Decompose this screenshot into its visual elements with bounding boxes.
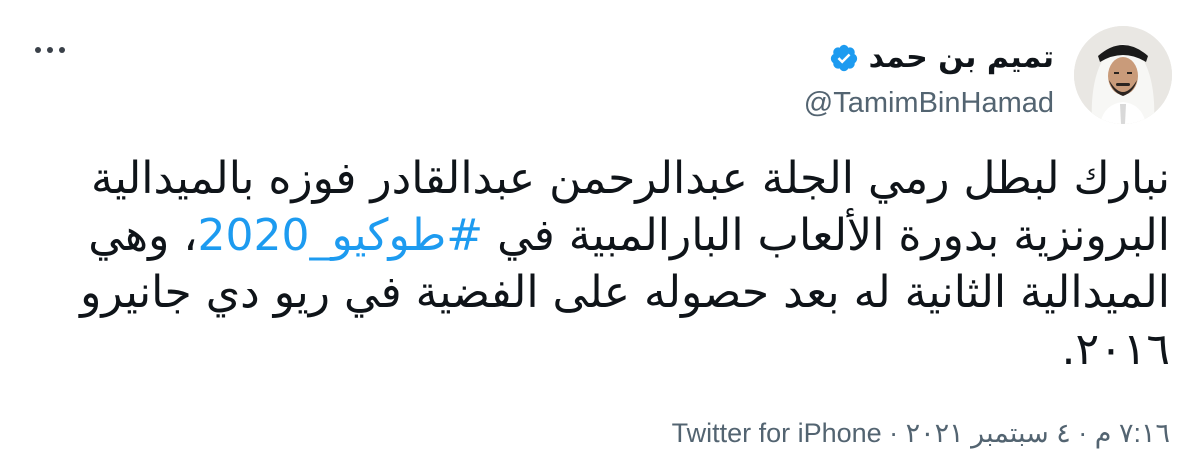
profile-photo-icon [1074, 26, 1172, 124]
author-names: تميم بن حمد @TamimBinHamad [804, 34, 1054, 120]
tweet-header: تميم بن حمد @TamimBinHamad [28, 26, 1172, 136]
hashtag-link[interactable]: #طوكيو_2020 [198, 210, 484, 261]
tweet-text: نبارك لبطل رمي الجلة عبدالرحمن عبدالقادر… [50, 150, 1170, 378]
author-handle[interactable]: @TamimBinHamad [804, 86, 1054, 120]
ellipsis-icon [59, 47, 65, 53]
tweet-meta[interactable]: ٧:١٦ م · ٤ سبتمبر ٢٠٢١ · Twitter for iPh… [672, 418, 1170, 449]
ellipsis-dot [35, 47, 41, 53]
more-options-button[interactable] [28, 30, 72, 70]
author-avatar[interactable] [1074, 26, 1172, 124]
tweet-card: تميم بن حمد @TamimBinHamad نبارك لبطل رم… [0, 0, 1200, 468]
ellipsis-dot [47, 47, 53, 53]
author-display-name[interactable]: تميم بن حمد [869, 34, 1054, 82]
verified-badge-icon [830, 44, 857, 72]
display-name-row: تميم بن حمد [804, 34, 1054, 82]
